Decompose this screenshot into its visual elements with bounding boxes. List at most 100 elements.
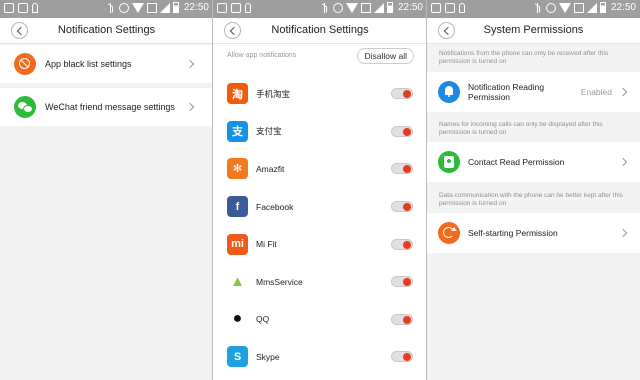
row-label: App black list settings (45, 59, 132, 69)
app-row: ▲ MmsService (213, 263, 427, 301)
app-row: S Skype (213, 338, 427, 376)
mifit-icon: mi (227, 233, 248, 255)
permission-note: Names for incoming calls can only be dis… (439, 121, 603, 136)
page-title: Notification Settings (271, 24, 369, 36)
app-name: Facebook (256, 201, 294, 212)
no-sim-icon (146, 2, 157, 13)
mic-icon (459, 3, 465, 13)
bell-icon (438, 81, 460, 103)
battery-icon (172, 2, 179, 13)
facebook-icon: f (227, 196, 248, 218)
app-row: 淘手机淘宝 (213, 75, 427, 113)
notification-toggle[interactable] (391, 163, 413, 175)
skype-icon: S (227, 346, 248, 368)
self-start-icon (438, 222, 460, 244)
permission-note: Notifications from the phone can only be… (439, 50, 609, 65)
status-bar: 22:50 (0, 0, 213, 18)
screenshot-icon (431, 3, 441, 13)
permission-label: Notification Reading Permission (468, 82, 545, 102)
app-name: Amazfit (256, 163, 285, 174)
app-name: QQ (256, 314, 270, 325)
wifi-icon (131, 2, 144, 13)
status-bar: 22:50 (213, 0, 427, 18)
app-row: mi Mi Fit (213, 225, 427, 263)
app-name: MmsService (256, 276, 303, 287)
app-row: ● QQ (213, 301, 427, 339)
app-name: 手机淘宝 (256, 88, 291, 99)
wechat-friend-message-row[interactable]: WeChat friend message settings (0, 88, 213, 126)
screenshot-icon (4, 3, 14, 13)
app-name: 支付宝 (256, 126, 282, 137)
gallery-icon (445, 3, 455, 13)
amazfit-icon: ✻ (227, 158, 248, 180)
wifi-icon (345, 2, 358, 13)
ban-icon (14, 53, 36, 75)
alipay-icon: 支 (227, 120, 248, 142)
chevron-right-icon (185, 102, 195, 112)
app-name: Skype (256, 351, 280, 362)
taobao-icon: 淘 (227, 83, 248, 105)
screen-notification-settings: 22:50 Notification Settings App black li… (0, 0, 213, 380)
screen-app-notifications: 22:50 Notification Settings Allow app no… (213, 0, 427, 380)
disallow-all-button[interactable]: Disallow all (357, 48, 414, 64)
page-title: Notification Settings (57, 24, 156, 36)
clock: 22:50 (610, 2, 636, 13)
clock: 22:50 (183, 2, 209, 13)
app-list: 淘手机淘宝支支付宝 ✻ Amazfit f Facebook mi Mi Fit ▲ MmsSe… (213, 75, 427, 376)
title-bar: Notification Settings (0, 18, 213, 44)
chevron-right-icon (185, 59, 195, 69)
chevron-right-icon (618, 228, 628, 238)
page-title: System Permissions (483, 24, 584, 36)
app-row: 支支付宝 (213, 113, 427, 151)
battery-icon (386, 2, 393, 13)
alarm-icon (545, 2, 556, 13)
contact-icon (438, 151, 460, 173)
notification-toggle[interactable] (391, 351, 413, 363)
qq-icon: ● (227, 308, 248, 330)
screen-system-permissions: 22:50 System Permissions Notifications f… (427, 0, 640, 380)
notification-toggle[interactable] (391, 88, 413, 100)
row-label: WeChat friend message settings (45, 102, 175, 112)
permission-status: Enabled (580, 87, 612, 97)
permission-label: Contact Read Permission (468, 157, 565, 167)
notification-toggle[interactable] (391, 313, 413, 325)
signal-icon (586, 2, 597, 13)
android-icon: ▲ (230, 273, 245, 291)
app-row: ✻ Amazfit (213, 150, 427, 188)
mic-icon (245, 3, 251, 13)
screenshot-icon (217, 3, 227, 13)
gallery-icon (18, 3, 28, 13)
bluetooth-icon (534, 2, 543, 13)
clock: 22:50 (397, 2, 423, 13)
signal-icon (373, 2, 384, 13)
mic-icon (32, 3, 38, 13)
notification-toggle[interactable] (391, 201, 413, 213)
no-sim-icon (573, 2, 584, 13)
title-bar: Notification Settings (213, 18, 427, 44)
contact-read-permission-row[interactable]: Contact Read Permission (427, 142, 640, 182)
app-name: Mi Fit (256, 239, 277, 250)
chevron-right-icon (618, 157, 628, 167)
alarm-icon (118, 2, 129, 13)
chevron-right-icon (618, 87, 628, 97)
allow-notifications-label: Allow app notifications (227, 52, 297, 59)
wechat-icon (14, 96, 36, 118)
permission-note: Data communication with the phone can be… (439, 192, 623, 207)
allow-notifications-header: Allow app notifications Disallow all (213, 44, 427, 70)
self-starting-permission-row[interactable]: Self-starting Permission (427, 213, 640, 253)
gallery-icon (231, 3, 241, 13)
app-black-list-row[interactable]: App black list settings (0, 45, 213, 83)
bluetooth-icon (107, 2, 116, 13)
notification-toggle[interactable] (391, 125, 413, 137)
app-row: f Facebook (213, 188, 427, 226)
notification-toggle[interactable] (391, 276, 413, 288)
no-sim-icon (360, 2, 371, 13)
notification-reading-permission-row[interactable]: Notification Reading Permission Enabled (427, 72, 640, 112)
battery-icon (599, 2, 606, 13)
notification-toggle[interactable] (391, 238, 413, 250)
wifi-icon (558, 2, 571, 13)
bluetooth-icon (321, 2, 330, 13)
title-bar: System Permissions (427, 18, 640, 44)
alarm-icon (332, 2, 343, 13)
status-bar: 22:50 (427, 0, 640, 18)
